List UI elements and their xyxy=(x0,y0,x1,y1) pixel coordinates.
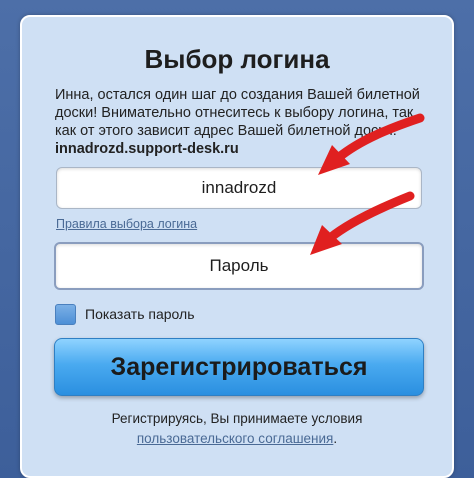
annotation-arrows xyxy=(310,113,425,255)
arrow-to-login xyxy=(318,113,425,175)
arrow-to-password xyxy=(310,191,415,255)
